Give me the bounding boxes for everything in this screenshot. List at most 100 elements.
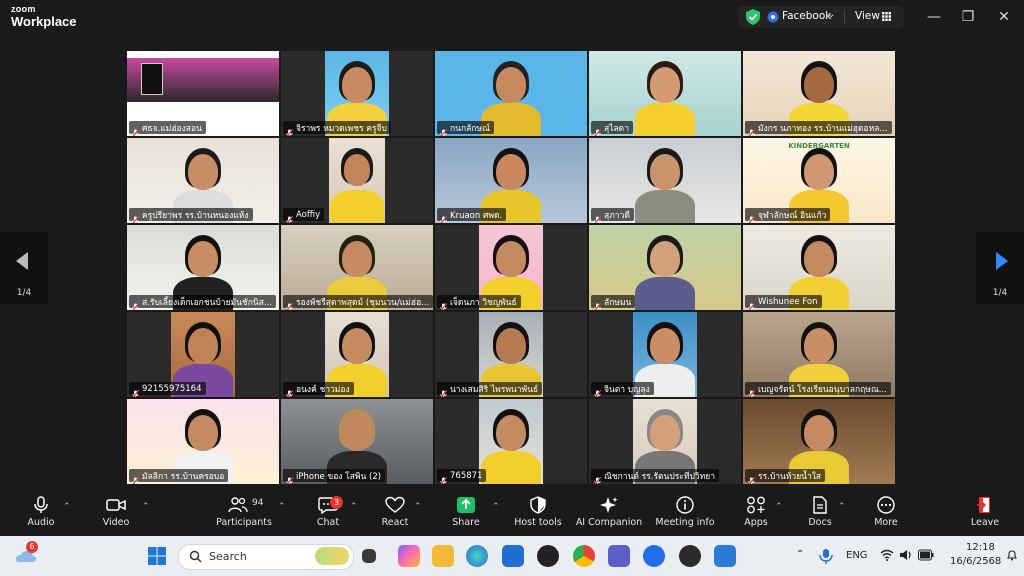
photos-icon[interactable] bbox=[714, 545, 736, 567]
stream-label[interactable]: Facebook bbox=[782, 10, 831, 22]
docs-options-chevron-icon[interactable]: ⌃ bbox=[838, 502, 846, 512]
participant-tile[interactable]: มังกร นภาทอง รร.บ้านแม่ฮุดอหล... bbox=[743, 51, 895, 136]
previous-page-button[interactable]: 1/4 bbox=[0, 232, 48, 304]
participant-name: รองพัชรีสุดาพสุดม์ (ชุมนวน/แม่ฮ่อ... bbox=[296, 297, 430, 308]
participant-face bbox=[650, 415, 680, 451]
zoom-taskbar-icon[interactable] bbox=[643, 545, 665, 567]
search-placeholder: Search bbox=[209, 550, 247, 563]
search-icon bbox=[189, 550, 202, 563]
participant-tile[interactable]: รร.บ้านห้วยน้ำใส bbox=[743, 399, 895, 484]
windows-start-icon[interactable] bbox=[148, 547, 166, 565]
search-highlight-icon bbox=[315, 547, 349, 565]
participant-face bbox=[650, 154, 680, 190]
broadcast-icon bbox=[767, 11, 779, 23]
dell-icon[interactable] bbox=[537, 545, 559, 567]
teams-icon[interactable] bbox=[608, 545, 630, 567]
shield-icon[interactable] bbox=[746, 9, 760, 25]
participant-tile[interactable]: เจ็ดนภา วิชญพันธ์ bbox=[435, 225, 587, 310]
chrome-icon[interactable] bbox=[573, 545, 595, 567]
participants-button[interactable]: 94 Participants bbox=[204, 496, 284, 536]
volume-icon[interactable] bbox=[899, 548, 913, 562]
share-screen-icon bbox=[457, 497, 475, 513]
participant-tile[interactable]: จิราพร หมวดเพชร ครูจีบ bbox=[281, 51, 433, 136]
participant-face bbox=[496, 241, 526, 277]
participant-name-bar: ณิชกานต์ รร.รัตนประทีปวิทยา bbox=[591, 469, 719, 484]
edge-icon[interactable] bbox=[466, 545, 488, 567]
participants-options-chevron-icon[interactable]: ⌃ bbox=[278, 502, 286, 512]
participant-name: จิราพร หมวดเพชร ครูจีบ bbox=[296, 123, 387, 134]
language-indicator[interactable]: ENG bbox=[846, 550, 868, 561]
participant-tile[interactable]: KINDERGARTEN จุฬาลักษณ์ อินแก้ว bbox=[743, 138, 895, 223]
wifi-icon[interactable] bbox=[880, 548, 894, 562]
participant-tile[interactable]: ศธจ.แม่ฮ่องสอน bbox=[127, 51, 279, 136]
participant-tile[interactable]: ณิชกานต์ รร.รัตนประทีปวิทยา bbox=[589, 399, 741, 484]
restore-button[interactable]: ❐ bbox=[959, 8, 977, 26]
participant-tile[interactable]: สุไลดา bbox=[589, 51, 741, 136]
participant-tile[interactable]: กนกลักษณ์ bbox=[435, 51, 587, 136]
video-options-chevron-icon[interactable]: ⌃ bbox=[142, 502, 150, 512]
chat-options-chevron-icon[interactable]: ⌃ bbox=[350, 502, 358, 512]
participant-tile[interactable]: เบญจรัตน์ โรงเรียนอนุบาลกฤษณ... bbox=[743, 312, 895, 397]
participant-tile[interactable]: จินตา บุญลุง bbox=[589, 312, 741, 397]
participant-name-bar: จิราพร หมวดเพชร ครูจีบ bbox=[283, 121, 391, 136]
react-options-chevron-icon[interactable]: ⌃ bbox=[414, 502, 422, 512]
participant-tile[interactable]: นางเสมสิริ ไพรพนาพันธ์ bbox=[435, 312, 587, 397]
more-button[interactable]: More bbox=[851, 496, 921, 536]
apps-options-chevron-icon[interactable]: ⌃ bbox=[775, 502, 783, 512]
participant-tile[interactable]: 765871 bbox=[435, 399, 587, 484]
taskbar-search[interactable]: Search bbox=[178, 544, 354, 570]
muted-mic-icon bbox=[594, 123, 602, 136]
grid-view-icon[interactable] bbox=[882, 12, 891, 21]
muted-mic-icon bbox=[286, 210, 294, 223]
clock-time[interactable]: 12:18 bbox=[966, 542, 995, 553]
host-tools-button[interactable]: Host tools bbox=[503, 496, 573, 536]
chevron-down-icon[interactable]: ⌄ bbox=[827, 9, 835, 20]
ai-companion-button[interactable]: AI Companion bbox=[570, 496, 648, 536]
tray-overflow-chevron-icon[interactable]: ⌃ bbox=[796, 549, 804, 560]
outlook-icon[interactable] bbox=[502, 545, 524, 567]
share-options-chevron-icon[interactable]: ⌃ bbox=[492, 502, 500, 512]
participant-face bbox=[188, 241, 218, 277]
tray-mic-icon[interactable] bbox=[818, 548, 834, 564]
file-explorer-icon[interactable] bbox=[432, 545, 454, 567]
close-button[interactable]: ✕ bbox=[995, 8, 1013, 26]
participant-tile[interactable]: รองพัชรีสุดาพสุดม์ (ชุมนวน/แม่ฮ่อ... bbox=[281, 225, 433, 310]
media-player-icon[interactable] bbox=[679, 545, 701, 567]
task-view-icon[interactable] bbox=[362, 549, 376, 563]
video-gallery: ศธจ.แม่ฮ่องสอน จิราพร หมวดเพชร ครูจีบ กนกล… bbox=[127, 51, 897, 484]
participant-name: มัลลิกา รร.บ้านครอบอ bbox=[142, 471, 225, 482]
participant-tile[interactable]: สุภาวดี bbox=[589, 138, 741, 223]
participant-name: ครูปรียาพร รร.บ้านหนองแห้ง bbox=[142, 210, 249, 221]
clock-date[interactable]: 16/6/2568 bbox=[950, 556, 1001, 567]
share-button[interactable]: Share bbox=[431, 496, 501, 536]
participant-name: เจ็ดนภา วิชญพันธ์ bbox=[450, 297, 517, 308]
document-icon bbox=[813, 496, 827, 514]
participant-face bbox=[496, 415, 526, 451]
audio-options-chevron-icon[interactable]: ⌃ bbox=[63, 502, 71, 512]
meeting-info-button[interactable]: Meeting info bbox=[650, 496, 720, 536]
video-button[interactable]: Video bbox=[81, 496, 151, 536]
participant-tile[interactable]: 92155975164 bbox=[127, 312, 279, 397]
minimize-button[interactable]: — bbox=[925, 8, 943, 26]
leave-button[interactable]: Leave bbox=[950, 496, 1020, 536]
apps-label: Apps bbox=[744, 517, 768, 528]
participant-tile[interactable]: ลักษมน bbox=[589, 225, 741, 310]
notification-bell-icon[interactable] bbox=[1006, 549, 1018, 561]
participant-tile[interactable]: iPhone ของ โสพิน (2) bbox=[281, 399, 433, 484]
battery-icon[interactable] bbox=[918, 549, 934, 561]
participant-tile[interactable]: Wishunee Fon bbox=[743, 225, 895, 310]
apps-icon bbox=[747, 496, 765, 514]
view-button[interactable]: View bbox=[855, 10, 880, 22]
participant-tile[interactable]: ครูปรียาพร รร.บ้านหนองแห้ง bbox=[127, 138, 279, 223]
logo-bottom: Workplace bbox=[11, 14, 77, 29]
video-label: Video bbox=[102, 517, 130, 528]
participant-tile[interactable]: ส.รับเลี้ยงเด็กเอกชนบ้ายมันชักนิส... bbox=[127, 225, 279, 310]
next-page-button[interactable]: 1/4 bbox=[976, 232, 1024, 304]
participant-tile[interactable]: Kruaon ศพด. bbox=[435, 138, 587, 223]
participant-tile[interactable]: อนงค์ ชาวม่อง bbox=[281, 312, 433, 397]
participant-name-bar: อนงค์ ชาวม่อง bbox=[283, 382, 354, 397]
participant-tile[interactable]: มัลลิกา รร.บ้านครอบอ bbox=[127, 399, 279, 484]
participant-tile[interactable]: Aoffiy bbox=[281, 138, 433, 223]
copilot-icon[interactable] bbox=[398, 545, 420, 567]
weather-icon[interactable]: 6 bbox=[14, 541, 38, 566]
